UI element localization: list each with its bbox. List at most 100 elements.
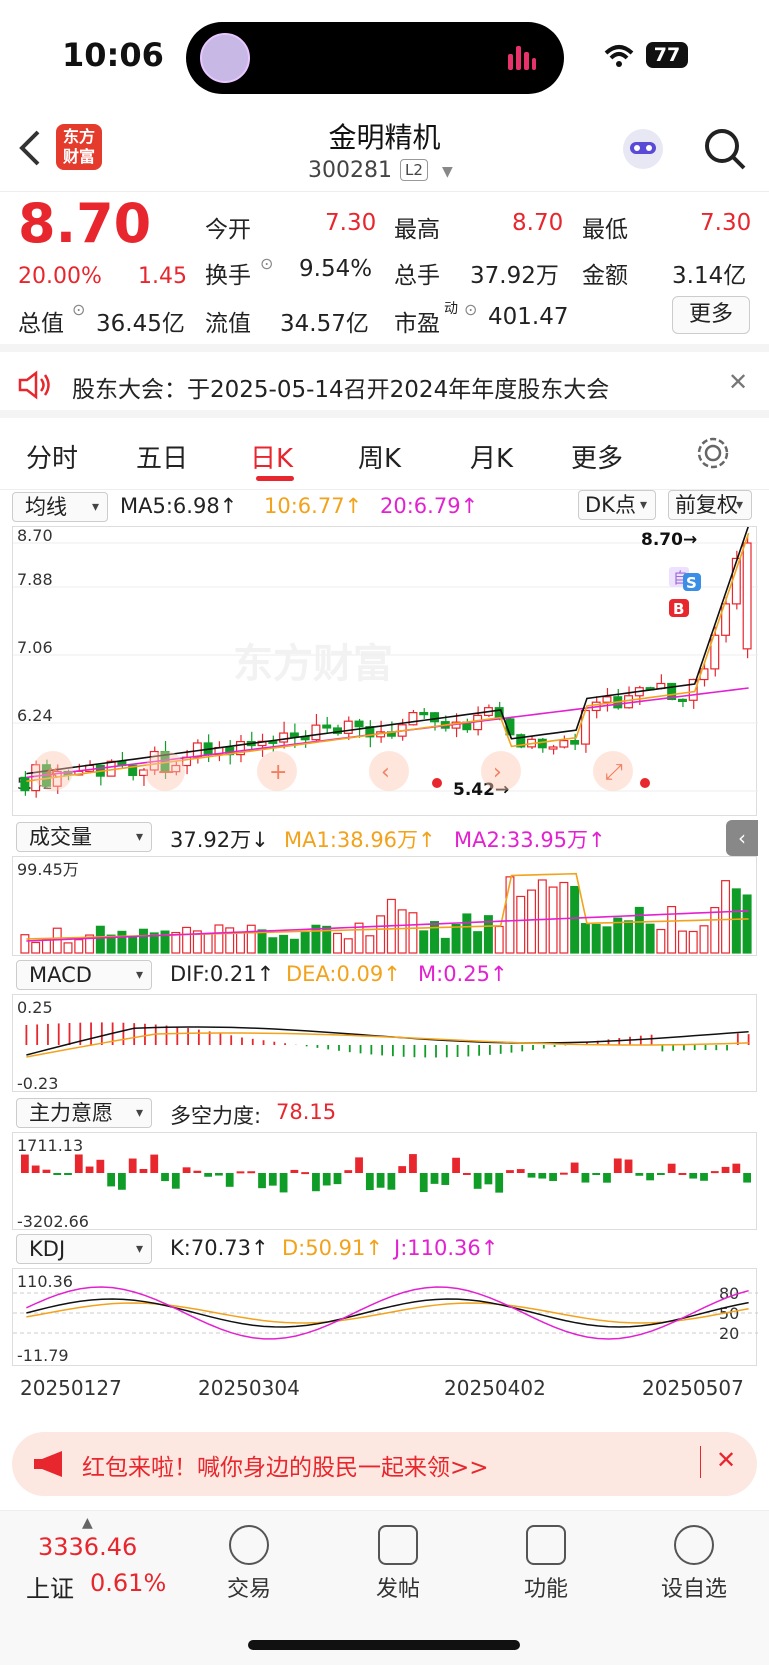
main-force-bar [398,1166,407,1173]
volume-bar [591,923,601,954]
nav-label: 功能 [523,1577,568,1602]
nav-functions[interactable]: 功能 [491,1511,601,1603]
up-caret-icon: ▲ [82,1515,93,1531]
volume-bar [494,925,504,954]
main-force-bar [139,1168,148,1173]
main-force-bar [74,1154,83,1173]
main-force-bar [452,1157,460,1173]
high-marker: 8.70→ [641,530,697,550]
info-icon[interactable]: ⊙ [72,300,85,319]
main-force-bar [161,1173,169,1182]
yen-icon [229,1525,269,1565]
stock-header: 东方财富 金明精机 300281 L2 ▼ [0,112,769,192]
nav-post[interactable]: 发帖 [343,1511,453,1603]
indicator-select-ma[interactable]: 均线 [12,492,108,522]
close-icon[interactable]: ✕ [716,1446,736,1474]
main-force-bar [430,1173,439,1184]
amount-label: 金额 [582,263,628,289]
open-label: 今开 [205,217,251,243]
nav-add-watchlist[interactable]: 设自选 [639,1511,749,1603]
search-icon[interactable] [702,126,748,172]
tab-intraday[interactable]: 分时 [26,438,78,475]
watermark: 东方财富 [233,641,393,687]
dynamic-island [186,22,564,94]
tab-monthly-k[interactable]: 月K [470,438,513,475]
candle-body [311,724,321,741]
volume-bar [343,938,353,954]
level-badge[interactable]: L2 [400,159,428,181]
candle-body [322,724,332,729]
high-label: 最高 [394,217,440,243]
main-force-canvas: 1711.13 -3202.66 [17,1136,751,1231]
main-force-bar [570,1162,579,1173]
promo-banner[interactable]: 红包来啦！喊你身边的股民一起来领>> ✕ [12,1432,757,1496]
kdj-j: J:110.36↑ [394,1236,499,1260]
status-bar: 10:06 77 [0,0,769,112]
volume-bar [95,925,105,954]
kdj-chart: 110.36 -11.79 80 50 20 [12,1268,758,1366]
chart-tabs: 分时 五日 日K 周K 月K 更多 [0,418,769,490]
notice-bar[interactable]: 股东大会：于2025-05-14召开2024年年度股东大会 ✕ [0,352,769,418]
index-name: 上证 [26,1575,74,1603]
open-value: 7.30 [325,210,377,236]
indicator-select-kdj[interactable]: KDJ [16,1234,152,1264]
main-force-bar [236,1171,245,1174]
robot-assistant-icon[interactable] [620,126,666,172]
main-force-bar [215,1173,223,1176]
tab-weekly-k[interactable]: 周K [358,438,401,475]
active-tab-indicator [256,476,294,481]
collapse-panel-icon[interactable]: ‹ [726,820,758,856]
macd-canvas: 0.25 -0.23 [17,998,750,1093]
pe-value: 401.47 [488,304,569,330]
main-force-bar [613,1158,622,1173]
volume-bar [677,930,687,954]
candle-body [742,542,752,650]
close-icon[interactable]: ✕ [728,368,748,396]
info-icon[interactable]: ⊙ [464,300,477,319]
nav-trade[interactable]: 交易 [194,1511,304,1603]
tab-five-day[interactable]: 五日 [136,438,188,475]
zoom-control-icon: › [493,760,502,785]
volume-bar [63,942,73,954]
settings-gear-icon[interactable] [696,436,730,470]
indicator-select-macd[interactable]: MACD [16,960,152,990]
nav-label: 交易 [226,1577,271,1602]
main-force-bar [53,1173,62,1175]
main-force-bar [118,1173,126,1190]
main-force-bar [721,1166,730,1173]
main-force-chart: 1711.13 -3202.66 [12,1132,757,1231]
main-force-bar [365,1173,374,1191]
tab-daily-k[interactable]: 日K [250,438,293,475]
candle-body [430,712,439,723]
kline-canvas: 8.707.887.066.245.42东方财富8.70→5.42→自SB«−+… [13,525,758,800]
y-tick: -3202.66 [17,1212,89,1231]
main-force-bar [128,1158,137,1173]
candle-body [279,732,289,743]
main-force-bar [225,1173,234,1187]
tab-more[interactable]: 更多 [571,438,623,475]
edit-icon [378,1525,418,1565]
home-indicator[interactable] [248,1640,520,1650]
more-button[interactable]: 更多 [672,296,750,334]
y-tick: 7.88 [17,570,53,589]
chevron-down-icon[interactable]: ▼ [442,164,453,180]
wifi-icon [604,45,634,67]
volume-bar [731,888,741,954]
volume-bar [505,876,515,954]
pe-label: 市盈 [394,311,440,337]
indicator-select-main-force[interactable]: 主力意愿 [16,1098,152,1128]
info-icon[interactable]: ⊙ [260,254,273,273]
main-force-bar [624,1159,633,1173]
volume-bar [365,935,375,954]
volume-bar [408,912,418,954]
dk-point-button[interactable]: DK点 [578,490,656,520]
volume-bar [742,894,752,954]
main-force-bar [150,1154,159,1173]
index-value[interactable]: 3336.46 [38,1533,137,1561]
indicator-select-volume[interactable]: 成交量 [16,822,152,852]
volume-bar [602,926,612,954]
mcap-value: 36.45亿 [96,311,185,337]
adjust-button[interactable]: 前复权 [668,490,752,520]
candle-body [580,709,590,745]
kline-chart[interactable]: 8.707.887.066.245.42东方财富8.70→5.42→自SB«−+… [12,525,758,816]
